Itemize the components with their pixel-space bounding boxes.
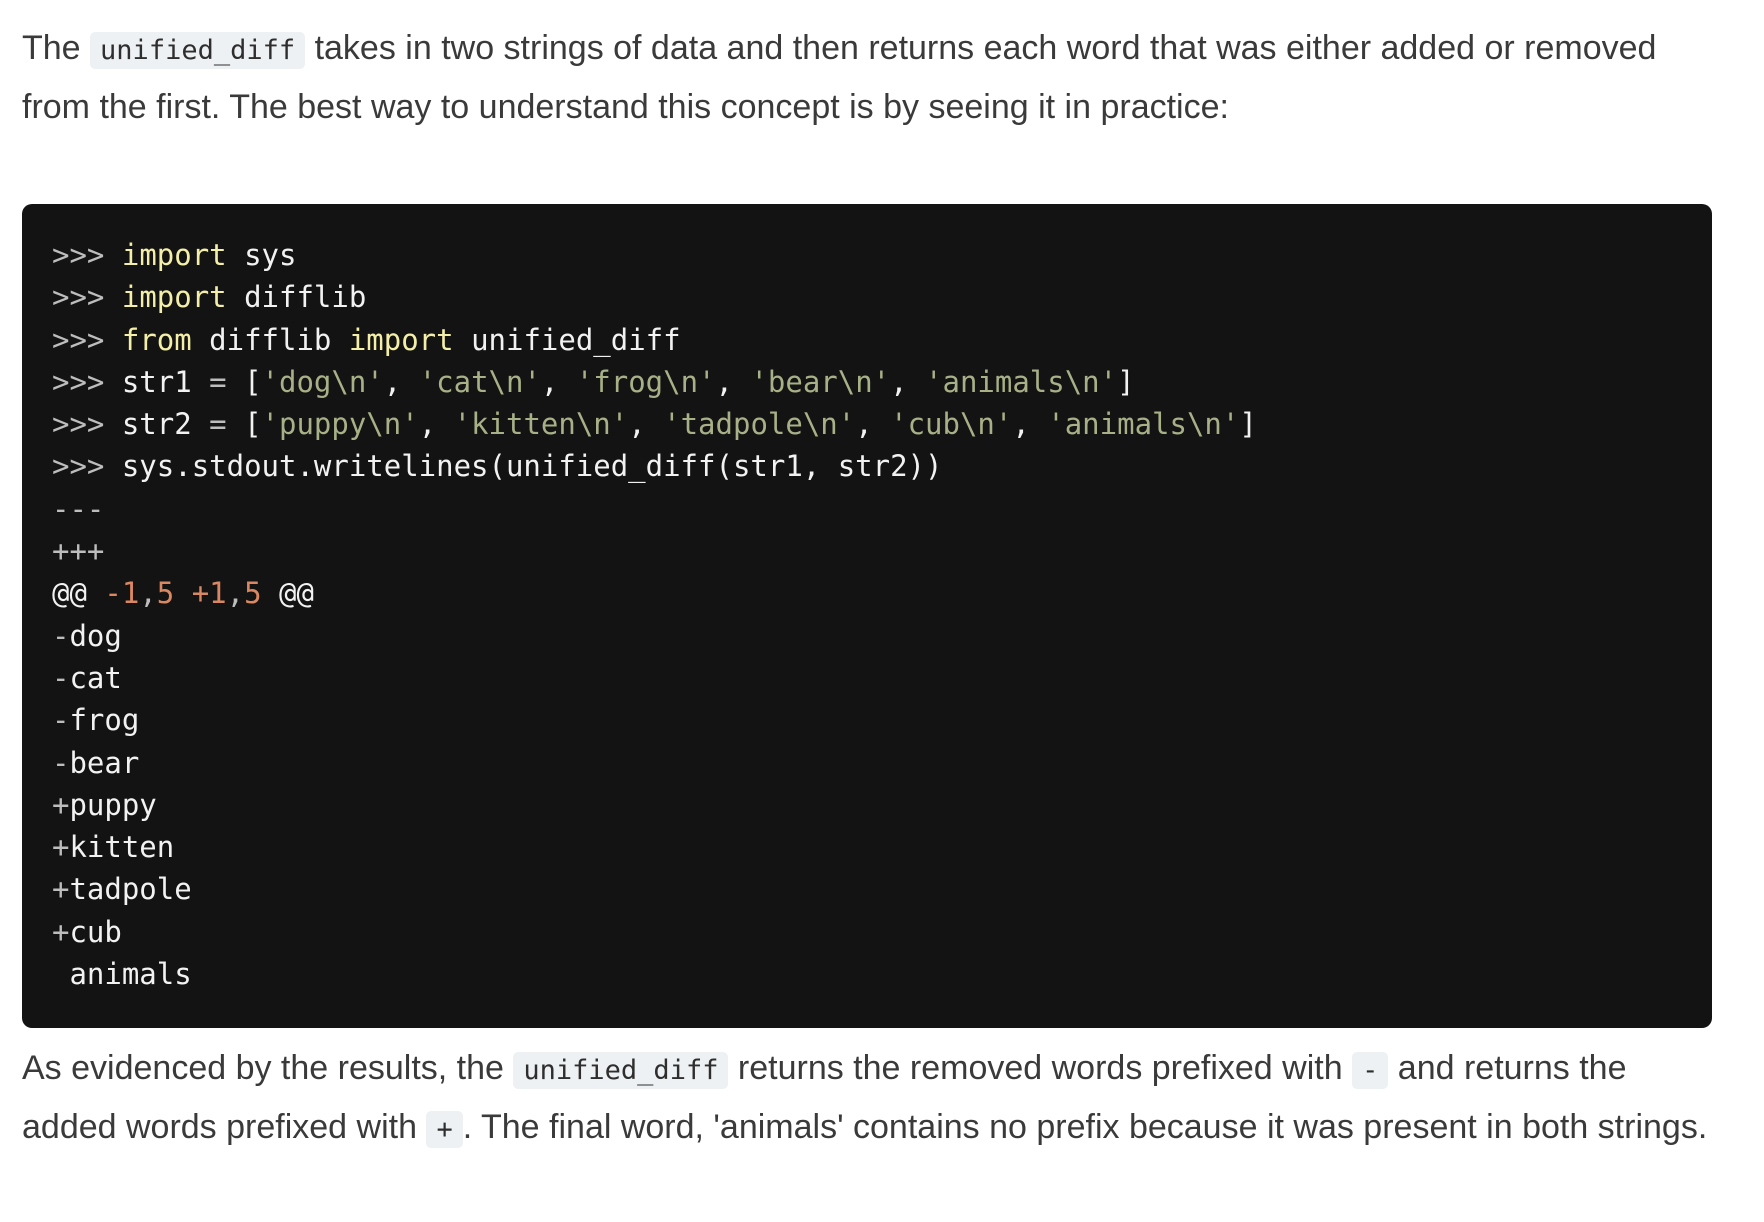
intro-text-1: The bbox=[22, 29, 91, 67]
code-line-5: >>> str2 = ['puppy\n', 'kitten\n', 'tadp… bbox=[52, 407, 1257, 442]
code-text: sys bbox=[226, 238, 297, 272]
inline-code-minus: - bbox=[1352, 1052, 1389, 1089]
output-removed-line: -cat bbox=[52, 657, 1682, 699]
outro-paragraph: As evidenced by the results, the unified… bbox=[22, 1040, 1712, 1158]
operator: = bbox=[209, 407, 227, 442]
code-text: .stdout bbox=[174, 449, 297, 484]
keyword: import bbox=[121, 280, 227, 315]
prompt: >>> bbox=[52, 238, 105, 272]
output-plus-header: +++ bbox=[52, 534, 105, 569]
string-literal: 'animals\n' bbox=[1047, 407, 1240, 442]
hunk-count: 5 bbox=[156, 576, 175, 611]
prompt: >>> bbox=[52, 364, 105, 399]
output-added-line: +tadpole bbox=[52, 868, 1682, 910]
prompt: >>> bbox=[52, 449, 105, 484]
hunk-marker: @@ bbox=[279, 576, 314, 611]
intro-paragraph: The unified_diff takes in two strings of… bbox=[22, 20, 1712, 136]
output-removed-line: -bear bbox=[52, 742, 1682, 784]
plus-sign: + bbox=[52, 914, 70, 949]
output-common-line: animals bbox=[52, 957, 192, 992]
outro-text-1: As evidenced by the results, the bbox=[22, 1049, 514, 1087]
code-text: difflib bbox=[191, 322, 349, 357]
inline-code-unified-diff: unified_diff bbox=[513, 1052, 729, 1089]
hunk-marker: @@ bbox=[52, 576, 87, 611]
plus-sign: + bbox=[52, 830, 70, 865]
output-added-line: +puppy bbox=[52, 784, 1682, 826]
plus-sign: + bbox=[52, 872, 70, 907]
string-literal: 'cub\n' bbox=[890, 407, 1013, 442]
bracket: [ bbox=[226, 407, 262, 442]
hunk-count: 5 bbox=[244, 576, 262, 611]
minus-sign: - bbox=[52, 660, 70, 695]
added-word: cub bbox=[69, 914, 122, 949]
added-word: tadpole bbox=[69, 872, 192, 907]
code-text: str2 bbox=[104, 407, 210, 442]
removed-word: bear bbox=[69, 745, 140, 780]
code-text: str1 bbox=[104, 364, 210, 399]
string-literal: 'puppy\n' bbox=[261, 407, 419, 442]
outro-text-4: . The final word, 'animals' contains no … bbox=[462, 1108, 1708, 1146]
string-literal: 'cat\n' bbox=[418, 364, 541, 399]
string-literal: 'tadpole\n' bbox=[663, 407, 856, 442]
output-added-line: +cub bbox=[52, 911, 1682, 953]
code-text: difflib bbox=[226, 280, 367, 315]
minus-sign: - bbox=[52, 745, 70, 780]
operator: = bbox=[209, 364, 227, 399]
hunk-plus-range: +1 bbox=[191, 576, 227, 611]
outro-text-2: returns the removed words prefixed with bbox=[728, 1049, 1353, 1087]
output-removed-line: -dog bbox=[52, 615, 1682, 657]
code-block: >>> import sys >>> import difflib >>> fr… bbox=[22, 204, 1712, 1028]
prompt: >>> bbox=[52, 280, 105, 315]
code-line-6: >>> sys.stdout.writelines(unified_diff(s… bbox=[52, 445, 1682, 487]
hunk-comma: , bbox=[226, 576, 245, 611]
string-literal: 'frog\n' bbox=[575, 364, 716, 399]
bracket: [ bbox=[226, 364, 262, 399]
keyword: from bbox=[121, 322, 192, 357]
code-line-2: >>> import difflib bbox=[52, 276, 1682, 318]
output-removed-line: -frog bbox=[52, 699, 1682, 741]
string-literal: 'bear\n' bbox=[750, 364, 891, 399]
output-minus-header: --- bbox=[52, 491, 105, 526]
prompt: >>> bbox=[52, 322, 105, 357]
string-literal: 'animals\n' bbox=[925, 364, 1118, 399]
code-line-4: >>> str1 = ['dog\n', 'cat\n', 'frog\n', … bbox=[52, 364, 1135, 399]
code-line-1: >>> import sys bbox=[52, 234, 1682, 276]
output-added-line: +kitten bbox=[52, 826, 1682, 868]
removed-word: frog bbox=[69, 703, 140, 738]
added-word: kitten bbox=[69, 830, 175, 865]
code-text: unified_diff bbox=[453, 322, 681, 357]
code-text: .writelines(unified_diff(str1, str2)) bbox=[296, 449, 943, 484]
inline-code-plus: + bbox=[426, 1111, 463, 1148]
added-word: puppy bbox=[69, 787, 157, 822]
plus-sign: + bbox=[52, 787, 70, 822]
hunk-minus-range: -1 bbox=[104, 576, 140, 611]
hunk-comma: , bbox=[139, 576, 157, 611]
bracket: ] bbox=[1117, 364, 1135, 399]
inline-code-unified-diff: unified_diff bbox=[90, 32, 306, 69]
code-line-3: >>> from difflib import unified_diff bbox=[52, 319, 1682, 361]
minus-sign: - bbox=[52, 618, 70, 653]
keyword: import bbox=[348, 322, 454, 357]
string-literal: 'kitten\n' bbox=[453, 407, 629, 442]
removed-word: cat bbox=[69, 660, 122, 695]
minus-sign: - bbox=[52, 703, 70, 738]
prompt: >>> bbox=[52, 407, 105, 442]
code-text: sys bbox=[104, 449, 175, 484]
keyword: import bbox=[121, 238, 227, 272]
string-literal: 'dog\n' bbox=[261, 364, 384, 399]
bracket: ] bbox=[1239, 407, 1257, 442]
removed-word: dog bbox=[69, 618, 122, 653]
output-hunk-header: @@ -1,5 +1,5 @@ bbox=[52, 572, 1682, 614]
